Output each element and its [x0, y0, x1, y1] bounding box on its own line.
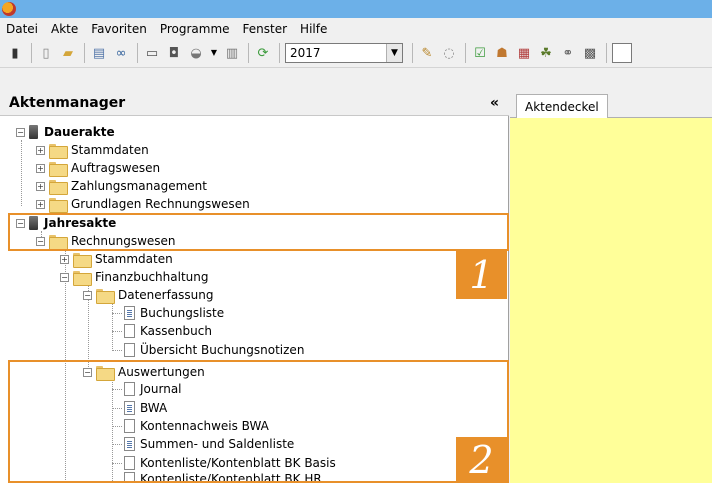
- calendar-icon[interactable]: ▦: [515, 44, 533, 62]
- document-icon: [124, 343, 135, 357]
- check-icon[interactable]: ☑: [471, 44, 489, 62]
- dropdown-arrow-icon[interactable]: ▼: [209, 44, 219, 62]
- search-input[interactable]: [612, 43, 632, 63]
- badge-2: 2: [456, 437, 507, 483]
- tree-node-zahlungsmanagement[interactable]: + Zahlungsmanagement: [36, 177, 207, 195]
- expand-toggle-icon[interactable]: +: [36, 163, 45, 173]
- tree-node-grundlagen-rechnungswesen[interactable]: + Grundlagen Rechnungswesen: [36, 195, 250, 213]
- toolbar-separator: [465, 43, 466, 63]
- chevron-down-icon[interactable]: ▼: [386, 44, 402, 62]
- tree-node-label: Buchungsliste: [140, 306, 225, 320]
- collapse-toggle-icon[interactable]: −: [83, 290, 92, 300]
- tab-label: Aktendeckel: [525, 100, 599, 114]
- collapse-panel-button[interactable]: «: [490, 95, 499, 111]
- tree-node-finanzbuchhaltung[interactable]: − Finanzbuchhaltung: [60, 268, 208, 286]
- tree-connector: [21, 140, 22, 206]
- tree-connector: [112, 331, 122, 332]
- folder-icon: [73, 252, 92, 268]
- tree-node-label: Finanzbuchhaltung: [95, 270, 209, 284]
- folder-icon: [73, 270, 92, 286]
- folder-icon: [96, 288, 115, 304]
- panel-header: Aktenmanager «: [0, 90, 509, 116]
- calculator-icon[interactable]: ▩: [581, 44, 599, 62]
- aktendeckel-content: [510, 118, 712, 483]
- history-icon[interactable]: ◌: [440, 44, 458, 62]
- tree-connector: [112, 303, 113, 351]
- new-document-icon[interactable]: ▯: [37, 44, 55, 62]
- tree-node-dauerakte[interactable]: − Dauerakte: [16, 123, 115, 141]
- menu-programme[interactable]: Programme: [160, 22, 230, 36]
- panel-title: Aktenmanager: [9, 94, 126, 111]
- expand-toggle-icon[interactable]: +: [36, 145, 45, 155]
- group-icon[interactable]: ☘: [537, 44, 555, 62]
- expand-toggle-icon[interactable]: +: [36, 181, 45, 191]
- folder-icon: [49, 197, 68, 213]
- tree-node-label: Stammdaten: [71, 143, 149, 157]
- open-folder-icon[interactable]: ▰: [59, 44, 77, 62]
- year-select[interactable]: 2017 ▼: [285, 43, 403, 63]
- expand-toggle-icon[interactable]: +: [36, 199, 45, 209]
- folder-icon: [49, 161, 68, 177]
- send-icon[interactable]: ◒: [187, 44, 205, 62]
- folder-icon: [49, 179, 68, 195]
- menu-hilfe[interactable]: Hilfe: [300, 22, 327, 36]
- tree-node-label: Dauerakte: [44, 125, 115, 139]
- tree-node-auftragswesen[interactable]: + Auftragswesen: [36, 159, 160, 177]
- menu-bar: Datei Akte Favoriten Programme Fenster H…: [0, 18, 712, 39]
- print-preview-icon[interactable]: ◘: [165, 44, 183, 62]
- menu-fenster[interactable]: Fenster: [243, 22, 288, 36]
- tree-node-stammdaten-jahr[interactable]: + Stammdaten: [60, 250, 173, 268]
- binoculars-icon[interactable]: ∞: [112, 44, 130, 62]
- tree-node-label: Kassenbuch: [140, 324, 212, 338]
- tree-node-kassenbuch[interactable]: Kassenbuch: [124, 322, 212, 340]
- app-icon[interactable]: [2, 2, 16, 16]
- tab-aktendeckel[interactable]: Aktendeckel: [516, 94, 608, 119]
- tree-node-label: Datenerfassung: [118, 288, 214, 302]
- menu-favoriten[interactable]: Favoriten: [91, 22, 147, 36]
- toolbar-separator: [31, 43, 32, 63]
- list-document-icon: [124, 306, 135, 320]
- badge-1: 1: [456, 251, 507, 299]
- collapse-toggle-icon[interactable]: −: [60, 272, 69, 282]
- toolbar-separator: [84, 43, 85, 63]
- refresh-icon[interactable]: ⟳: [254, 44, 272, 62]
- tree-node-datenerfassung[interactable]: − Datenerfassung: [83, 286, 214, 304]
- drawer-icon[interactable]: ▮: [6, 44, 24, 62]
- tree-connector: [112, 313, 122, 314]
- users-icon[interactable]: ☗: [493, 44, 511, 62]
- edit-icon[interactable]: ✎: [418, 44, 436, 62]
- print-icon[interactable]: ▭: [143, 44, 161, 62]
- tree-node-uebersicht-buchungsnotizen[interactable]: Übersicht Buchungsnotizen: [124, 341, 304, 359]
- tree-node-label: Grundlagen Rechnungswesen: [71, 197, 250, 211]
- tree-connector: [112, 350, 122, 351]
- tree-node-label: Übersicht Buchungsnotizen: [140, 343, 305, 357]
- tree-node-stammdaten[interactable]: + Stammdaten: [36, 141, 149, 159]
- file-cabinet-icon: [29, 125, 38, 139]
- year-select-value: 2017: [290, 46, 321, 60]
- title-bar: [0, 0, 712, 18]
- properties-icon[interactable]: ▤: [90, 44, 108, 62]
- tab-strip: Aktendeckel: [510, 90, 712, 119]
- toolbar-separator: [279, 43, 280, 63]
- toolbar-separator: [137, 43, 138, 63]
- tree-node-buchungsliste[interactable]: Buchungsliste: [124, 304, 224, 322]
- highlight-box-1: [8, 213, 509, 251]
- expand-toggle-icon[interactable]: +: [60, 254, 69, 264]
- menu-datei[interactable]: Datei: [6, 22, 38, 36]
- toolbar: ▮ ▯ ▰ ▤ ∞ ▭ ◘ ◒ ▼ ▥ ⟳ 2017 ▼ ✎ ◌ ☑ ☗ ▦ ☘…: [0, 39, 712, 68]
- link-icon[interactable]: ⚭: [559, 44, 577, 62]
- tree-node-label: Zahlungsmanagement: [71, 179, 207, 193]
- toolbar-separator: [412, 43, 413, 63]
- document-icon: [124, 324, 135, 338]
- tree-node-label: Auftragswesen: [71, 161, 161, 175]
- tree-node-label: Stammdaten: [95, 252, 173, 266]
- toolbar-separator: [606, 43, 607, 63]
- list-icon[interactable]: ▥: [223, 44, 241, 62]
- toolbar-separator: [248, 43, 249, 63]
- folder-icon: [49, 143, 68, 159]
- collapse-toggle-icon[interactable]: −: [16, 127, 25, 137]
- menu-akte[interactable]: Akte: [51, 22, 78, 36]
- highlight-box-2: [8, 360, 509, 483]
